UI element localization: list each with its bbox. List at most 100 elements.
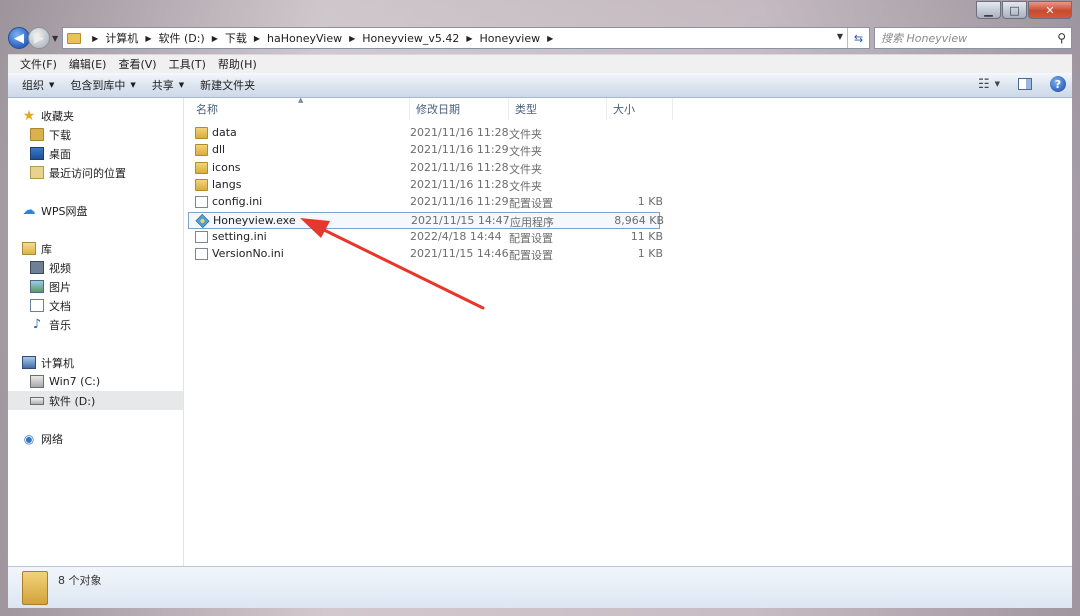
sidebar-item-network[interactable]: ◉ 网络	[8, 429, 183, 448]
file-date: 2021/11/16 11:29	[410, 195, 509, 208]
refresh-button[interactable]: ⇆	[847, 28, 869, 48]
include-in-library-button[interactable]: 包含到库中 ▼	[62, 77, 143, 93]
menu-edit[interactable]: 编辑(E)	[63, 56, 113, 72]
preview-pane-icon[interactable]	[1018, 78, 1032, 90]
organize-label: 组织	[22, 79, 44, 92]
search-box[interactable]: 搜索 Honeyview ⚲	[874, 27, 1072, 49]
recent-pages-dropdown-icon[interactable]: ▼	[52, 34, 58, 43]
column-header-type[interactable]: 类型	[509, 98, 607, 120]
file-date: 2021/11/16 11:28	[410, 126, 509, 139]
file-row-icons[interactable]: icons 2021/11/16 11:28 文件夹	[188, 160, 660, 177]
close-button[interactable]: ✕	[1028, 1, 1072, 19]
maximize-button[interactable]: □	[1002, 1, 1027, 19]
file-date: 2021/11/16 11:28	[410, 161, 509, 174]
chevron-down-icon: ▼	[994, 80, 1000, 88]
chevron-right-icon[interactable]: ▶	[145, 34, 151, 43]
folder-icon	[195, 127, 208, 139]
file-list: 名称 ▲ 修改日期 类型 大小 data 2021/11/16 11:28 文件夹…	[184, 96, 1072, 566]
minimize-button[interactable]: ▁	[976, 1, 1001, 19]
file-row-data[interactable]: data 2021/11/16 11:28 文件夹	[188, 125, 660, 142]
cloud-icon: ☁	[22, 203, 36, 218]
breadcrumb-downloads[interactable]: 下载	[225, 30, 247, 46]
file-row-setting-ini[interactable]: setting.ini 2022/4/18 14:44 配置设置 11 KB	[188, 229, 663, 246]
sidebar-item-label: 网络	[41, 432, 63, 446]
sidebar-item-computer[interactable]: 计算机	[8, 353, 183, 372]
sidebar-item-recent-places[interactable]: 最近访问的位置	[8, 163, 183, 182]
folder-icon	[67, 32, 82, 44]
sidebar-item-label: 库	[41, 242, 52, 256]
sidebar-item-label: 软件 (D:)	[49, 394, 96, 408]
file-row-versionno-ini[interactable]: VersionNo.ini 2021/11/15 14:46 配置设置 1 KB	[188, 246, 663, 263]
breadcrumb-computer[interactable]: 计算机	[105, 30, 138, 46]
organize-button[interactable]: 组织 ▼	[14, 77, 62, 93]
file-type: 配置设置	[509, 232, 553, 245]
sidebar-item-favorites[interactable]: ★ 收藏夹	[8, 106, 183, 125]
star-icon: ★	[22, 107, 36, 124]
computer-icon	[22, 356, 36, 369]
drive-d-icon	[30, 396, 44, 405]
sidebar-item-label: 视频	[49, 261, 71, 275]
column-header-date[interactable]: 修改日期	[410, 98, 509, 120]
sidebar-item-label: Win7 (C:)	[49, 375, 101, 388]
address-bar[interactable]: ▶ 计算机 ▶ 软件 (D:) ▶ 下载 ▶ haHoneyView ▶ Honeyvie…	[62, 27, 870, 49]
folder-icon	[195, 179, 208, 191]
file-name: setting.ini	[212, 230, 267, 243]
breadcrumb-honeyview-version[interactable]: Honeyview_v5.42	[362, 32, 459, 45]
address-dropdown-icon[interactable]: ▼	[837, 32, 843, 41]
chevron-right-icon[interactable]: ▶	[254, 34, 260, 43]
chevron-down-icon: ▼	[130, 81, 136, 89]
forward-button[interactable]: ▶	[28, 27, 50, 49]
sidebar-item-music[interactable]: ♪ 音乐	[8, 315, 183, 334]
chevron-right-icon[interactable]: ▶	[466, 34, 472, 43]
pictures-icon	[30, 280, 44, 293]
music-icon: ♪	[32, 317, 42, 332]
column-header-name[interactable]: 名称 ▲	[190, 96, 410, 120]
file-row-dll[interactable]: dll 2021/11/16 11:29 文件夹	[188, 142, 660, 159]
sidebar-item-documents[interactable]: 文档	[8, 296, 183, 315]
folder-large-icon	[22, 571, 48, 605]
chevron-right-icon[interactable]: ▶	[92, 34, 98, 43]
menu-tools[interactable]: 工具(T)	[163, 56, 212, 72]
search-input[interactable]: 搜索 Honeyview	[881, 30, 967, 46]
sidebar-item-label: 图片	[49, 280, 71, 294]
file-size: 11 KB	[630, 230, 663, 243]
change-view-button[interactable]: ☷ ▼	[978, 77, 1000, 92]
back-button[interactable]: ◀	[8, 27, 30, 49]
sidebar-item-wps-cloud[interactable]: ☁ WPS网盘	[8, 201, 183, 220]
file-type: 文件夹	[509, 163, 542, 176]
search-icon[interactable]: ⚲	[1057, 31, 1066, 45]
file-row-langs[interactable]: langs 2021/11/16 11:28 文件夹	[188, 177, 660, 194]
column-header-size[interactable]: 大小	[607, 98, 673, 120]
sidebar-item-desktop[interactable]: 桌面	[8, 144, 183, 163]
file-row-config-ini[interactable]: config.ini 2021/11/16 11:29 配置设置 1 KB	[188, 194, 663, 211]
file-name: VersionNo.ini	[212, 247, 284, 260]
sidebar-item-videos[interactable]: 视频	[8, 258, 183, 277]
menu-view[interactable]: 查看(V)	[112, 56, 162, 72]
details-pane: 8 个对象	[8, 566, 1072, 608]
new-folder-button[interactable]: 新建文件夹	[192, 77, 263, 93]
sidebar-item-drive-c[interactable]: Win7 (C:)	[8, 372, 183, 391]
settings-file-icon	[195, 196, 208, 208]
sidebar-item-downloads[interactable]: 下载	[8, 125, 183, 144]
breadcrumb-drive-d[interactable]: 软件 (D:)	[158, 30, 204, 46]
menu-file[interactable]: 文件(F)	[14, 56, 63, 72]
sidebar-item-drive-d[interactable]: 软件 (D:)	[8, 391, 183, 410]
chevron-right-icon[interactable]: ▶	[349, 34, 355, 43]
file-date: 2021/11/16 11:29	[410, 143, 509, 156]
chevron-right-icon[interactable]: ▶	[212, 34, 218, 43]
file-row-honeyview-exe[interactable]: Honeyview.exe 2021/11/15 14:47 应用程序 8,96…	[188, 212, 664, 229]
settings-file-icon	[195, 248, 208, 260]
share-button[interactable]: 共享 ▼	[144, 77, 192, 93]
file-size: 1 KB	[637, 247, 663, 260]
breadcrumb-honeyview[interactable]: Honeyview	[480, 32, 541, 45]
help-icon[interactable]: ?	[1050, 76, 1066, 92]
sidebar-item-label: 计算机	[41, 356, 74, 370]
file-name: config.ini	[212, 195, 263, 208]
breadcrumb-hahoneyview[interactable]: haHoneyView	[267, 32, 342, 45]
chevron-down-icon: ▼	[178, 81, 185, 89]
sidebar-item-libraries[interactable]: 库	[8, 239, 183, 258]
chevron-right-icon[interactable]: ▶	[547, 34, 553, 43]
file-date: 2022/4/18 14:44	[410, 230, 502, 243]
sidebar-item-pictures[interactable]: 图片	[8, 277, 183, 296]
menu-help[interactable]: 帮助(H)	[212, 56, 263, 72]
